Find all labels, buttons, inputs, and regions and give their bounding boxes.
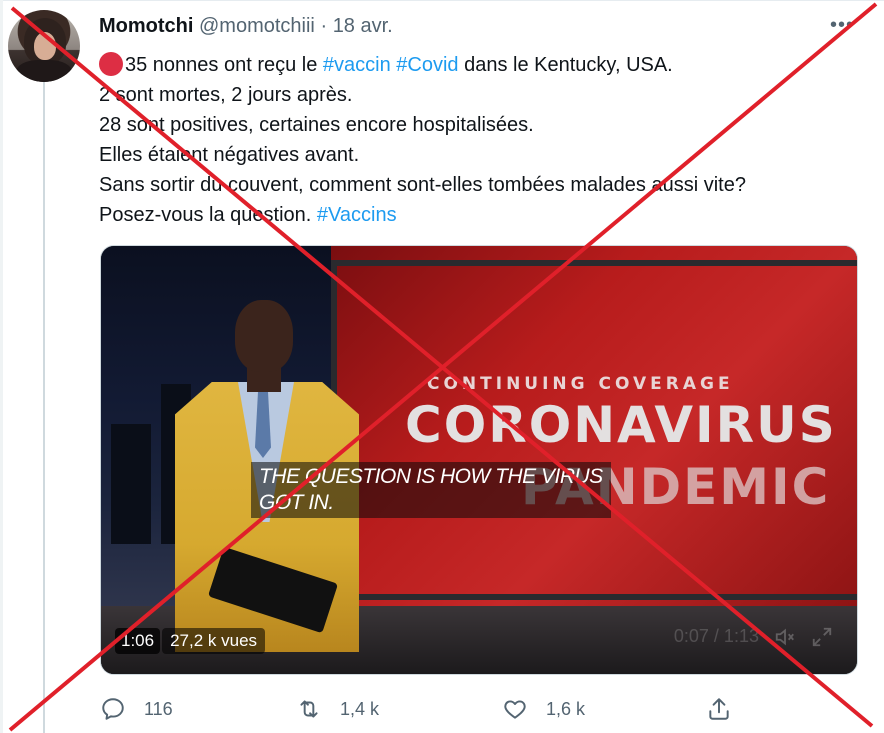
volume-icon[interactable]: [774, 626, 796, 648]
video-views: 27,2 k vues: [162, 628, 266, 654]
video-caption-line-2: GOT IN.: [259, 491, 334, 514]
page-left-border: [0, 0, 3, 733]
video-ghost-time: 0:07 / 1:13: [673, 626, 759, 646]
author-name[interactable]: Momotchi: [99, 15, 193, 37]
avatar[interactable]: [8, 10, 80, 82]
page-top-border: [0, 0, 884, 1]
avatar-shirt: [16, 60, 72, 82]
tweet-date[interactable]: 18 avr.: [333, 15, 393, 37]
avatar-face: [34, 32, 56, 60]
author-handle[interactable]: @momotchiii: [199, 15, 315, 37]
tweet-line-4: Elles étaient négatives avant.: [99, 144, 360, 166]
tweet-actions: 116 1,4 k 1,6 k: [100, 694, 760, 724]
like-button[interactable]: 1,6 k: [502, 694, 585, 724]
tweet-line-1: 35 nonnes ont reçu le #vaccin #Covid dan…: [99, 50, 839, 80]
video-duration: 1:06: [115, 628, 161, 654]
video-banner-big: CORONAVIRUS: [405, 396, 837, 454]
like-count: 1,6 k: [546, 698, 586, 719]
tweet-text: 35 nonnes ont reçu le #vaccin #Covid dan…: [99, 50, 839, 230]
tweet-line-1-text: 35 nonnes ont reçu le: [125, 54, 323, 76]
video-banner-small: CONTINUING COVERAGE: [427, 374, 734, 394]
video-caption: THE QUESTION IS HOW THE VIRUS GOT IN.: [251, 462, 611, 518]
video-player[interactable]: CONTINUING COVERAGE CORONAVIRUS PANDEMIC…: [100, 245, 858, 675]
retweet-icon: [300, 700, 318, 718]
reply-icon: [102, 698, 124, 720]
tweet-line-6-text: Posez-vous la question.: [99, 204, 317, 226]
tweet-header: Momotchi @momotchiii · 18 avr.: [99, 13, 393, 39]
video-info: 1:06 27,2 k vues: [115, 628, 266, 654]
retweet-button[interactable]: 1,4 k: [296, 694, 379, 724]
video-ghost-controls: 0:07 / 1:13: [674, 626, 833, 648]
reply-count: 116: [144, 698, 173, 719]
tweet-line-1-end: dans le Kentucky, USA.: [458, 54, 673, 76]
tweet-line-5: Sans sortir du couvent, comment sont-ell…: [99, 174, 746, 196]
hashtag-vaccins[interactable]: #Vaccins: [317, 204, 397, 226]
fullscreen-icon[interactable]: [811, 626, 833, 648]
thread-line: [43, 82, 45, 733]
tweet-line-3: 28 sont positives, certaines encore hosp…: [99, 114, 534, 136]
tweet-line-2: 2 sont mortes, 2 jours après.: [99, 84, 353, 106]
like-icon: [504, 700, 526, 719]
share-button[interactable]: [706, 694, 750, 724]
video-caption-line-1: THE QUESTION IS HOW THE VIRUS: [259, 465, 603, 488]
share-icon: [709, 698, 729, 720]
hashtag-vaccin[interactable]: #vaccin: [323, 54, 391, 76]
tweet-line-6: Posez-vous la question. #Vaccins: [99, 200, 839, 230]
hashtag-covid[interactable]: #Covid: [396, 54, 458, 76]
red-circle-emoji-icon: [99, 52, 123, 76]
anchor-head: [235, 300, 293, 372]
reply-button[interactable]: 116: [100, 694, 173, 724]
more-icon[interactable]: •••: [830, 14, 854, 37]
video-building: [111, 424, 151, 544]
retweet-count: 1,4 k: [340, 698, 380, 719]
header-separator: ·: [320, 15, 328, 37]
